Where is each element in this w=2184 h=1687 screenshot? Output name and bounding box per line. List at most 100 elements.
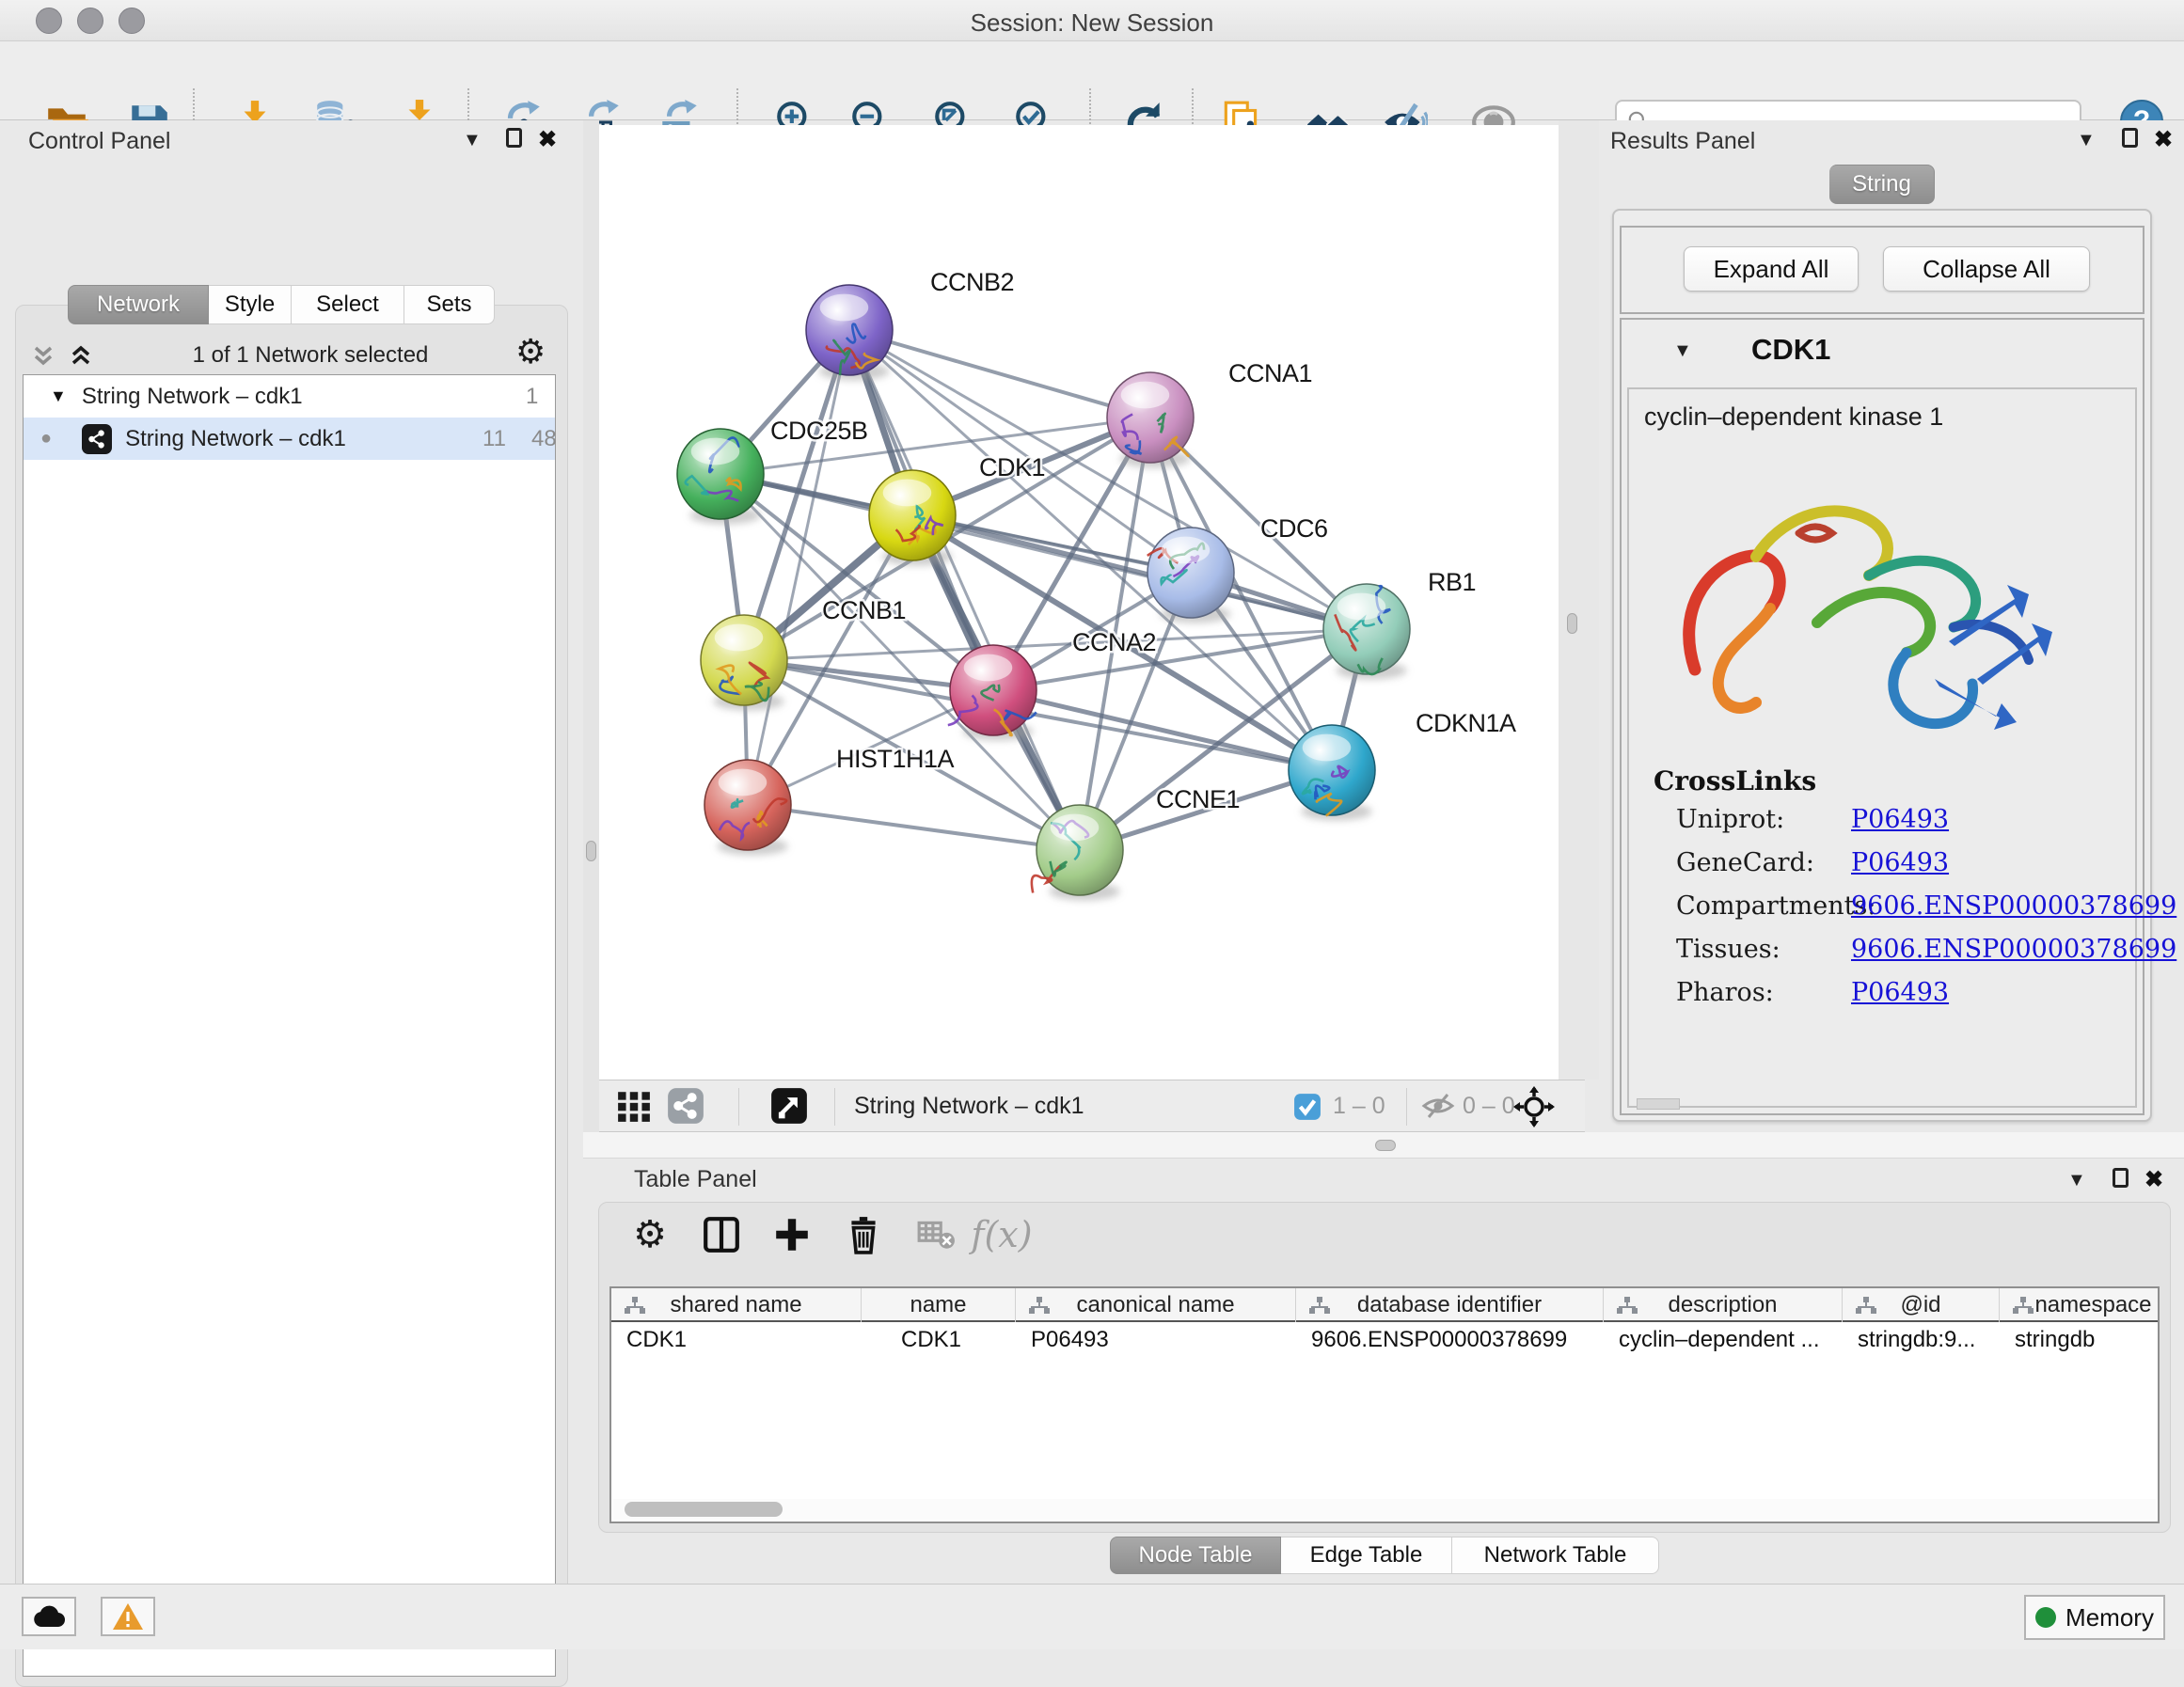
column-header[interactable]: description bbox=[1604, 1288, 1843, 1322]
network-node-ccne1: CCNE1 bbox=[1032, 785, 1240, 901]
results-panel-close-icon[interactable]: ✖ bbox=[2154, 126, 2173, 153]
svg-text:CDC6: CDC6 bbox=[1260, 514, 1328, 543]
cell-namespace[interactable]: stringdb bbox=[2000, 1322, 2160, 1358]
pan-crosshair-icon[interactable] bbox=[1513, 1086, 1555, 1127]
table-panel-menu-icon[interactable]: ▼ bbox=[2067, 1170, 2086, 1191]
collection-label: String Network – cdk1 bbox=[82, 384, 303, 410]
column-header[interactable]: @id bbox=[1843, 1288, 2000, 1322]
results-panel-title: Results Panel bbox=[1610, 128, 1755, 155]
network-view-footer: String Network – cdk1 1 – 0 0 – 0 bbox=[599, 1080, 1585, 1132]
title-bar: Session: New Session bbox=[0, 0, 2184, 41]
column-header[interactable]: canonical name bbox=[1016, 1288, 1296, 1322]
memory-status-dot bbox=[2035, 1607, 2056, 1628]
table-options-gear-icon[interactable]: ⚙ bbox=[628, 1213, 672, 1256]
gene-collapse-icon[interactable]: ▼ bbox=[1673, 340, 1692, 362]
tab-select[interactable]: Select bbox=[292, 285, 404, 324]
crosslink-value-link[interactable]: 9606.ENSP00000378699 bbox=[1851, 891, 2176, 921]
network-collection-row[interactable]: ▼ String Network – cdk1 1 bbox=[24, 375, 555, 418]
selected-checkbox-icon[interactable] bbox=[1293, 1093, 1321, 1121]
selected-nodes-edges-count: 1 – 0 bbox=[1333, 1093, 1385, 1120]
network-status-dot: ● bbox=[40, 428, 52, 449]
add-column-icon[interactable] bbox=[770, 1213, 814, 1256]
tab-edge-table[interactable]: Edge Table bbox=[1281, 1537, 1452, 1574]
grid-view-icon[interactable] bbox=[616, 1088, 652, 1124]
right-splitter[interactable] bbox=[1559, 120, 1599, 1080]
network-node-count: 11 bbox=[483, 426, 506, 452]
table-horizontal-scrollbar[interactable] bbox=[613, 1499, 2156, 1520]
tab-style[interactable]: Style bbox=[209, 285, 292, 324]
collapse-all-button[interactable]: Collapse All bbox=[1883, 246, 2090, 292]
crosslink-label: Pharos: bbox=[1676, 978, 1774, 1007]
cloud-icon bbox=[32, 1604, 66, 1629]
svg-text:CCNB2: CCNB2 bbox=[930, 268, 1014, 296]
right-splitter-handle[interactable] bbox=[1567, 613, 1577, 634]
left-splitter-handle[interactable] bbox=[586, 841, 596, 861]
crosslink-label: Uniprot: bbox=[1676, 805, 1784, 834]
memory-button[interactable]: Memory bbox=[2024, 1595, 2165, 1640]
control-panel-menu-icon[interactable]: ▼ bbox=[463, 130, 482, 151]
tab-string[interactable]: String bbox=[1829, 165, 1935, 204]
network-label: String Network – cdk1 bbox=[125, 426, 346, 452]
table-row[interactable]: CDK1 CDK1 P06493 9606.ENSP00000378699 cy… bbox=[611, 1322, 2158, 1358]
cell-database-identifier[interactable]: 9606.ENSP00000378699 bbox=[1296, 1322, 1604, 1358]
crosslink-value-link[interactable]: 9606.ENSP00000378699 bbox=[1851, 935, 2176, 964]
crosslink-value-link[interactable]: P06493 bbox=[1851, 978, 1949, 1007]
control-panel-close-icon[interactable]: ✖ bbox=[538, 126, 557, 153]
left-splitter[interactable] bbox=[583, 120, 599, 1132]
network-view-canvas[interactable]: CCNB2CCNA1CDC25BCDK1CDC6RB1CCNB1CCNA2CDK… bbox=[599, 125, 1559, 1080]
column-header[interactable]: shared name bbox=[611, 1288, 862, 1322]
expand-all-button[interactable]: Expand All bbox=[1684, 246, 1859, 292]
network-options-gear-icon[interactable]: ⚙ bbox=[515, 335, 546, 369]
cell-shared-name[interactable]: CDK1 bbox=[611, 1322, 862, 1358]
collapse-all-icon[interactable] bbox=[28, 340, 58, 371]
cell-id[interactable]: stringdb:9... bbox=[1843, 1322, 2000, 1358]
horizontal-splitter-handle[interactable] bbox=[1375, 1140, 1396, 1151]
svg-text:HIST1H1A: HIST1H1A bbox=[836, 745, 955, 773]
crosslinks-title: CrossLinks bbox=[1654, 765, 1816, 796]
crosslink-value-link[interactable]: P06493 bbox=[1851, 848, 1949, 877]
column-header[interactable]: name bbox=[862, 1288, 1016, 1322]
warnings-button[interactable] bbox=[101, 1597, 155, 1636]
string-network-graph[interactable]: CCNB2CCNA1CDC25BCDK1CDC6RB1CCNB1CCNA2CDK… bbox=[599, 125, 1559, 1080]
network-list-toolbar: 1 of 1 Network selected ⚙ bbox=[28, 339, 555, 372]
cell-description[interactable]: cyclin–dependent ... bbox=[1604, 1322, 1843, 1358]
column-header[interactable]: database identifier bbox=[1296, 1288, 1604, 1322]
collection-expand-icon[interactable]: ▼ bbox=[50, 386, 67, 406]
expand-all-icon[interactable] bbox=[66, 340, 96, 371]
network-tree: ▼ String Network – cdk1 1 ● String Netwo… bbox=[23, 374, 556, 1677]
cell-canonical-name[interactable]: P06493 bbox=[1016, 1322, 1296, 1358]
results-panel-float-icon[interactable] bbox=[2122, 128, 2138, 148]
node-table-header: shared name name canonical name database… bbox=[611, 1288, 2158, 1322]
results-panel-menu-icon[interactable]: ▼ bbox=[2077, 130, 2096, 151]
window-title: Session: New Session bbox=[0, 8, 2184, 38]
function-builder-icon: f(x) bbox=[980, 1213, 1023, 1256]
control-panel-float-icon[interactable] bbox=[506, 128, 522, 148]
node-table[interactable]: shared name name canonical name database… bbox=[609, 1286, 2160, 1523]
horizontal-splitter[interactable] bbox=[583, 1132, 2184, 1159]
results-scrollbar-fragment[interactable] bbox=[1637, 1098, 1680, 1110]
protein-structure-image bbox=[1667, 444, 2062, 764]
cloud-status-button[interactable] bbox=[22, 1597, 76, 1636]
show-columns-icon[interactable] bbox=[700, 1213, 743, 1256]
tab-sets[interactable]: Sets bbox=[404, 285, 495, 324]
table-panel-float-icon[interactable] bbox=[2113, 1168, 2129, 1188]
cell-name[interactable]: CDK1 bbox=[862, 1322, 1016, 1358]
network-node-hist1h1a: HIST1H1A bbox=[704, 745, 955, 856]
delete-column-icon[interactable] bbox=[842, 1213, 885, 1256]
table-type-tabs: Node Table Edge Table Network Table bbox=[1110, 1537, 1659, 1574]
birdseye-view-icon[interactable] bbox=[770, 1087, 808, 1125]
tab-network-table[interactable]: Network Table bbox=[1452, 1537, 1659, 1574]
svg-text:CDKN1A: CDKN1A bbox=[1416, 709, 1516, 737]
network-edge-count: 48 bbox=[531, 426, 557, 452]
crosslink-value-link[interactable]: P06493 bbox=[1851, 805, 1949, 834]
table-panel-close-icon[interactable]: ✖ bbox=[2144, 1166, 2163, 1193]
tab-network[interactable]: Network bbox=[68, 285, 209, 324]
scrollbar-thumb[interactable] bbox=[625, 1502, 783, 1517]
network-row[interactable]: ● String Network – cdk1 11 48 bbox=[24, 418, 555, 460]
warning-icon bbox=[112, 1602, 144, 1631]
network-share-icon[interactable] bbox=[667, 1087, 704, 1125]
control-panel: Control Panel ▼ ✖ Network Style Select S… bbox=[0, 120, 583, 1584]
column-header[interactable]: namespace bbox=[2000, 1288, 2160, 1322]
tab-node-table[interactable]: Node Table bbox=[1110, 1537, 1281, 1574]
network-node-rb1: RB1 bbox=[1323, 568, 1476, 680]
